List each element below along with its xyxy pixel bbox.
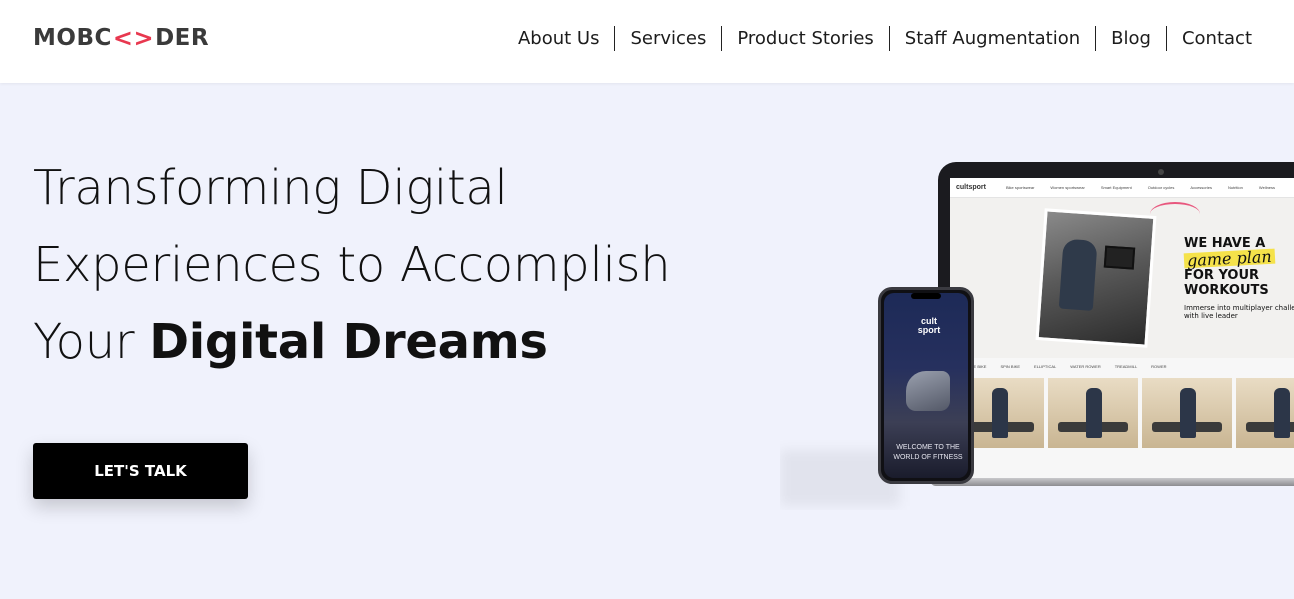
hero-line-3-bold: Digital Dreams [149, 314, 548, 370]
phone-logo: cult sport [912, 317, 946, 335]
tagline-line-2: FOR YOUR [1184, 268, 1260, 283]
mockup-site-nav: cultsport Bike sportswear Women sportswe… [950, 178, 1294, 198]
nav-product-stories[interactable]: Product Stories [721, 26, 888, 51]
hero-line-1: Transforming Digital [33, 160, 508, 216]
site-header: MOBC <> DER About Us Services Product Stor… [0, 0, 1294, 83]
athlete-figure [1086, 388, 1102, 438]
hero-line-3-light: Your [33, 314, 150, 370]
mockup-categories: EXERCISE BIKE SPIN BIKE ELLIPTICAL WATER… [950, 364, 1294, 374]
mockup-thumbnail [1048, 378, 1138, 448]
mockup-nav-item: Wellness [1258, 185, 1276, 190]
nav-blog[interactable]: Blog [1095, 26, 1166, 51]
nav-contact[interactable]: Contact [1165, 26, 1252, 51]
tagline-line-3: WORKOUTS [1184, 283, 1269, 298]
athlete-figure [1058, 238, 1098, 311]
phone-mockup: cult sport WELCOME TO THE WORLD OF FITNE… [878, 287, 974, 484]
logo-code-icon: <> [112, 24, 155, 52]
mockup-nav-item: Women sportswear [1050, 185, 1085, 190]
mockup-thumbnail [1142, 378, 1232, 448]
mockup-thumbnails [950, 378, 1294, 448]
laptop-screen: cultsport Bike sportswear Women sportswe… [950, 178, 1294, 478]
phone-welcome-text: WELCOME TO THE WORLD OF FITNESS [893, 444, 963, 461]
laptop-camera [1158, 169, 1164, 175]
shoe-image [906, 371, 950, 411]
mockup-site-logo: cultsport [956, 184, 986, 191]
nav-staff-augmentation[interactable]: Staff Augmentation [888, 26, 1095, 51]
nav-about-us[interactable]: About Us [503, 26, 615, 51]
mockup-category: ELLIPTICAL [1034, 364, 1057, 369]
mockup-nav-item: Bike sportswear [1005, 185, 1035, 190]
logo-text-left: MOBC [33, 25, 112, 51]
logo-text-right: DER [155, 25, 210, 51]
mockup-tagline: WE HAVE A game plan FOR YOUR WORKOUTS Im… [1183, 236, 1294, 320]
mockup-banner: WE HAVE A game plan FOR YOUR WORKOUTS Im… [950, 198, 1294, 358]
device-mockup-image: cultsport Bike sportswear Women sportswe… [780, 150, 1294, 510]
tagline-sub: Immerse into multiplayer challenges with… [1184, 304, 1294, 320]
phone-screen: cult sport WELCOME TO THE WORLD OF FITNE… [884, 293, 968, 478]
hero-heading: Transforming Digital Experiences to Acco… [33, 150, 733, 381]
phone-notch [911, 293, 941, 299]
athlete-figure [1180, 388, 1196, 438]
mockup-category: TREADMILL [1114, 364, 1138, 369]
athlete-figure [992, 388, 1008, 438]
hero-line-2: Experiences to Accomplish [33, 237, 671, 293]
bike-screen-icon [1103, 245, 1136, 270]
arrow-icon [1150, 202, 1200, 226]
mockup-thumbnail [1236, 378, 1294, 448]
mockup-category: SPIN BIKE [1000, 364, 1021, 369]
hero-line-3: Your Digital Dreams [33, 304, 733, 381]
brand-logo[interactable]: MOBC <> DER [33, 24, 209, 52]
mockup-nav-item: Outdoor cycles [1147, 185, 1175, 190]
lets-talk-button[interactable]: LET'S TALK [33, 443, 248, 499]
mockup-nav-item: Smart Equipment [1100, 185, 1132, 190]
mockup-category: WATER ROWER [1070, 364, 1101, 369]
mockup-category: ROWER [1151, 364, 1167, 369]
tagline-highlight: game plan [1183, 247, 1276, 270]
laptop-base [930, 478, 1294, 486]
athlete-figure [1274, 388, 1290, 438]
laptop-mockup: cultsport Bike sportswear Women sportswe… [938, 162, 1294, 482]
mockup-nav-item: Accessories [1190, 185, 1212, 190]
nav-services[interactable]: Services [614, 26, 721, 51]
mockup-banner-photo [1035, 208, 1157, 348]
mockup-nav-item: Nutrition [1227, 185, 1243, 190]
phone-logo-line-2: sport [917, 325, 941, 335]
main-nav: About Us Services Product Stories Staff … [503, 26, 1252, 51]
